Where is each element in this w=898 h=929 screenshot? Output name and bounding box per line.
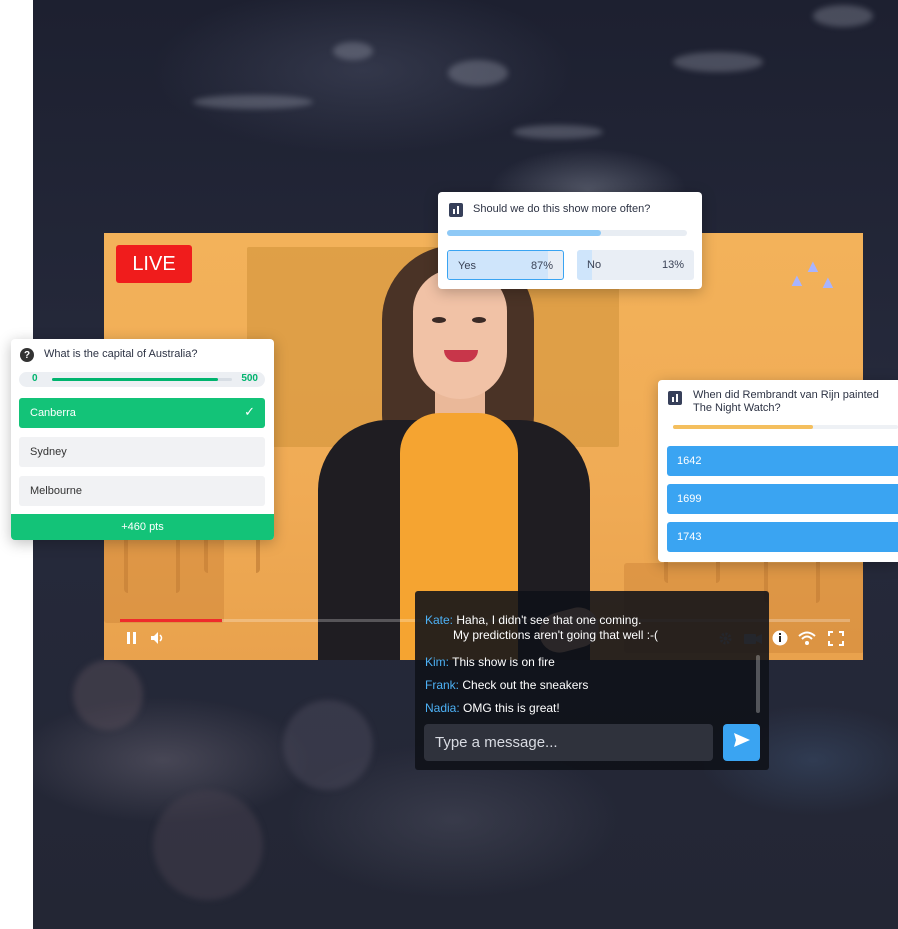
poll-option-1743[interactable]: 1743 (667, 522, 898, 552)
chat-message: Kate: Haha, I didn't see that one coming… (425, 613, 659, 642)
quiz-option-canberra[interactable]: Canberra ✓ (19, 398, 265, 428)
quiz-card: ? What is the capital of Australia? 0 50… (11, 339, 274, 540)
poll-progress-track (447, 230, 687, 236)
quiz-question: What is the capital of Australia? (44, 348, 198, 360)
video-progress-fill (120, 619, 223, 622)
send-button[interactable] (723, 724, 760, 761)
poll-card-right: When did Rembrandt van Rijn painted The … (658, 380, 898, 562)
poll-option-1642[interactable]: 1642 (667, 446, 898, 476)
check-icon: ✓ (244, 404, 255, 419)
live-badge: LIVE (116, 245, 192, 283)
pause-icon[interactable] (125, 631, 139, 649)
volume-icon[interactable] (150, 631, 166, 649)
reaction-arrow-icon: ▲ (819, 272, 837, 292)
poll-progress-fill (447, 230, 601, 236)
chat-message: Kim: This show is on fire (425, 655, 555, 669)
poll-chart-icon (668, 391, 682, 405)
quiz-score: +460 pts (11, 514, 274, 540)
chat-message: Frank: Check out the sneakers (425, 678, 589, 692)
info-icon[interactable] (772, 630, 788, 650)
quiz-option-sydney[interactable]: Sydney (19, 437, 265, 467)
chat-message: Nadia: OMG this is great! (425, 701, 560, 715)
chat-message-input[interactable] (424, 724, 713, 761)
fullscreen-icon[interactable] (828, 631, 844, 650)
poll-progress-fill (673, 425, 813, 429)
chat-scrollbar[interactable] (756, 655, 760, 713)
quiz-option-melbourne[interactable]: Melbourne (19, 476, 265, 506)
poll-option-1699[interactable]: 1699 (667, 484, 898, 514)
poll-option-yes[interactable]: Yes 87% (447, 250, 564, 280)
question-icon: ? (20, 348, 34, 362)
poll-question: Should we do this show more often? (473, 203, 651, 215)
wifi-icon[interactable] (798, 630, 816, 650)
chat-panel: Kate: Haha, I didn't see that one coming… (415, 591, 769, 770)
poll-card-top: Should we do this show more often? Yes 8… (438, 192, 702, 289)
poll-chart-icon (449, 203, 463, 217)
quiz-points-range: 0 500 (19, 372, 265, 387)
send-icon (733, 732, 751, 753)
poll-option-no[interactable]: No 13% (577, 250, 694, 280)
poll-question: When did Rembrandt van Rijn painted The … (693, 389, 879, 414)
poll-progress-track (673, 425, 898, 429)
